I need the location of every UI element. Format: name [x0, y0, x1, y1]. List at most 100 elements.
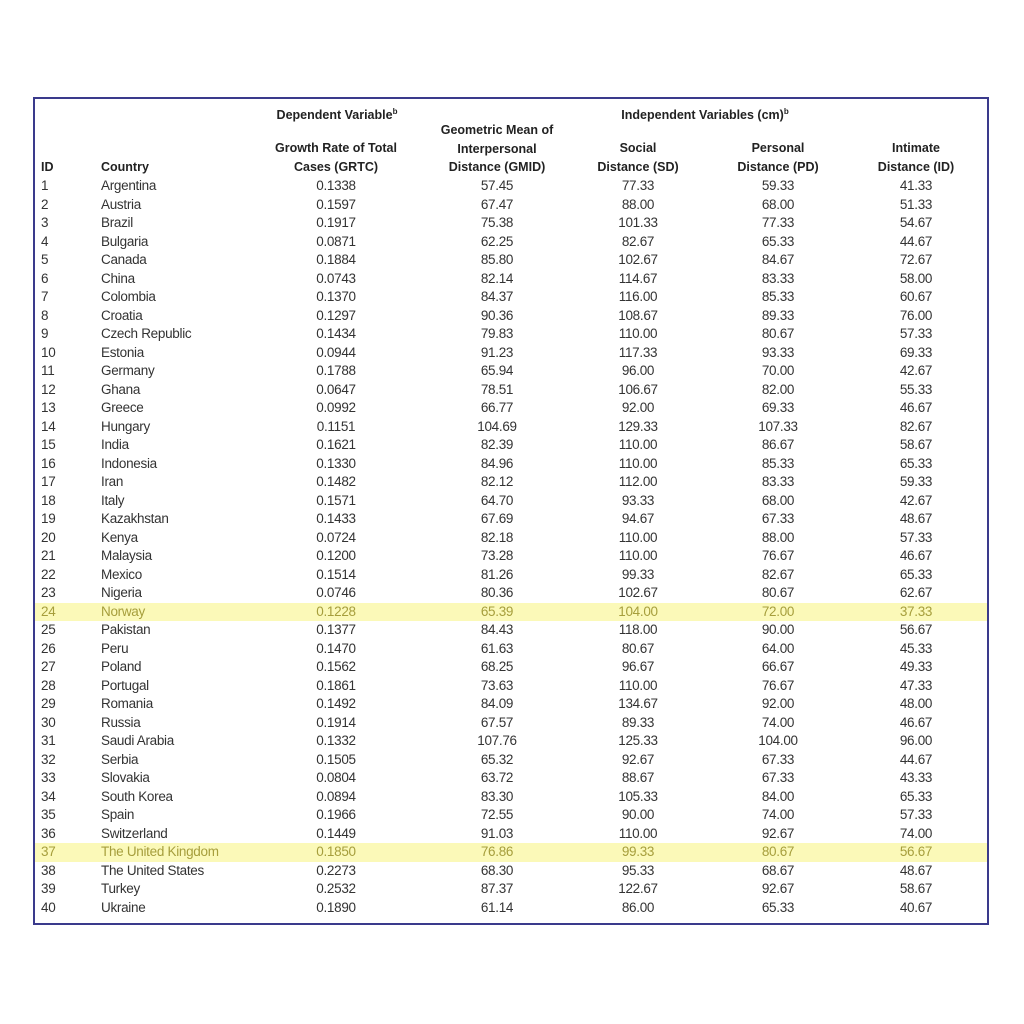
cell-pd: 67.33	[761, 751, 795, 767]
cell-intimate: 65.33	[899, 566, 933, 582]
cell-country: Spain	[101, 807, 135, 822]
cell-intimate: 49.33	[899, 659, 933, 674]
cell-sd: 134.67	[618, 696, 658, 711]
cell-intimate: 48.67	[899, 511, 933, 526]
cell-pd: 68.00	[761, 196, 795, 212]
cell-id: 39	[41, 881, 56, 896]
cell-gmid: 73.28	[480, 548, 514, 563]
cell-intimate: 56.67	[899, 622, 933, 637]
col-header-intimate: Intimate Distance (ID)	[877, 141, 955, 174]
cell-grtc: 0.1297	[316, 307, 356, 323]
cell-grtc: 0.0743	[316, 270, 356, 286]
table-row: 7 Colombia 0.1370 84.37 116.00 85.33 60.67	[35, 288, 987, 307]
cell-country: Canada	[101, 252, 147, 267]
cell-sd: 92.67	[621, 751, 655, 767]
cell-id: 8	[41, 307, 49, 323]
cell-grtc: 0.1434	[316, 326, 356, 341]
cell-gmid: 85.80	[480, 252, 514, 267]
cell-gmid: 73.63	[480, 677, 514, 693]
cell-pd: 67.33	[761, 511, 795, 526]
cell-grtc: 0.2532	[316, 881, 356, 896]
cell-pd: 82.67	[761, 566, 795, 582]
cell-gmid: 67.69	[480, 511, 514, 526]
cell-pd: 59.33	[761, 178, 795, 193]
cell-gmid: 83.30	[480, 788, 514, 804]
table-row: 36 Switzerland 0.1449 91.03 110.00 92.67 74.00	[35, 825, 987, 844]
cell-sd: 118.00	[618, 622, 658, 637]
cell-grtc: 0.0647	[316, 381, 356, 397]
cell-sd: 92.00	[621, 400, 655, 415]
cell-pd: 76.67	[761, 677, 795, 693]
cell-id: 5	[41, 252, 49, 267]
cell-pd: 83.33	[761, 270, 795, 286]
cell-pd: 65.33	[761, 233, 795, 249]
cell-pd: 85.33	[761, 455, 795, 471]
table-row: 8 Croatia 0.1297 90.36 108.67 89.33 76.00	[35, 307, 987, 326]
cell-grtc: 0.2273	[316, 862, 356, 878]
cell-gmid: 67.47	[480, 196, 514, 212]
cell-sd: 99.33	[621, 844, 655, 859]
cell-country: Portugal	[101, 677, 149, 693]
cell-sd: 110.00	[618, 548, 658, 563]
table-row: 25 Pakistan 0.1377 84.43 118.00 90.00 56.67	[35, 621, 987, 640]
cell-country: China	[101, 270, 135, 286]
cell-country: Brazil	[101, 215, 133, 230]
cell-pd: 107.33	[758, 418, 798, 434]
cell-gmid: 61.63	[480, 640, 514, 656]
cell-intimate: 45.33	[899, 640, 933, 656]
cell-id: 7	[41, 289, 49, 304]
cell-id: 32	[41, 751, 56, 767]
cell-intimate: 48.00	[899, 696, 933, 711]
cell-sd: 82.67	[621, 233, 655, 249]
cell-country: Italy	[101, 492, 125, 508]
cell-id: 9	[41, 326, 49, 341]
cell-id: 13	[41, 400, 56, 415]
cell-country: Germany	[101, 363, 155, 378]
table-row: 16 Indonesia 0.1330 84.96 110.00 85.33 65.33	[35, 455, 987, 474]
table-row: 23 Nigeria 0.0746 80.36 102.67 80.67 62.67	[35, 584, 987, 603]
cell-country: Norway	[101, 603, 145, 619]
cell-gmid: 72.55	[480, 807, 514, 822]
cell-grtc: 0.1470	[316, 640, 356, 656]
cell-id: 29	[41, 696, 56, 711]
cell-sd: 108.67	[618, 307, 658, 323]
cell-gmid: 84.09	[480, 696, 514, 711]
cell-intimate: 57.33	[899, 807, 933, 822]
cell-intimate: 62.67	[899, 585, 933, 600]
cell-intimate: 54.67	[899, 215, 933, 230]
cell-grtc: 0.1338	[316, 178, 356, 193]
cell-grtc: 0.1597	[316, 196, 356, 212]
cell-grtc: 0.1914	[316, 714, 356, 730]
cell-id: 11	[41, 363, 55, 378]
data-table: Dependent Variableb Independent Variable…	[33, 97, 989, 925]
cell-id: 18	[41, 492, 56, 508]
cell-intimate: 42.67	[899, 363, 933, 378]
cell-gmid: 91.23	[480, 344, 514, 360]
cell-sd: 110.00	[618, 529, 658, 545]
cell-id: 30	[41, 714, 56, 730]
table-row: 21 Malaysia 0.1200 73.28 110.00 76.67 46.67	[35, 547, 987, 566]
table-row: 38 The United States 0.2273 68.30 95.33 68.67…	[35, 862, 987, 881]
cell-pd: 74.00	[761, 807, 795, 822]
cell-country: Kenya	[101, 529, 138, 545]
table-row: 29 Romania 0.1492 84.09 134.67 92.00 48.00	[35, 695, 987, 714]
cell-sd: 96.00	[621, 363, 655, 378]
cell-grtc: 0.0894	[316, 788, 356, 804]
cell-country: Austria	[101, 196, 141, 212]
dependent-variable-header: Dependent Variableb	[276, 107, 398, 123]
cell-intimate: 60.67	[899, 289, 933, 304]
table-row: 40 Ukraine 0.1890 61.14 86.00 65.33 40.67	[35, 899, 987, 918]
cell-intimate: 58.67	[899, 881, 933, 896]
cell-country: Russia	[101, 714, 141, 730]
cell-intimate: 55.33	[899, 381, 933, 397]
cell-pd: 67.33	[761, 770, 795, 785]
cell-sd: 122.67	[618, 881, 658, 896]
cell-grtc: 0.1228	[316, 603, 356, 619]
cell-gmid: 57.45	[480, 178, 514, 193]
cell-gmid: 62.25	[480, 233, 514, 249]
cell-id: 25	[41, 622, 56, 637]
cell-id: 36	[41, 825, 56, 841]
cell-id: 1	[41, 178, 49, 193]
cell-country: India	[101, 437, 129, 452]
cell-sd: 116.00	[618, 289, 658, 304]
